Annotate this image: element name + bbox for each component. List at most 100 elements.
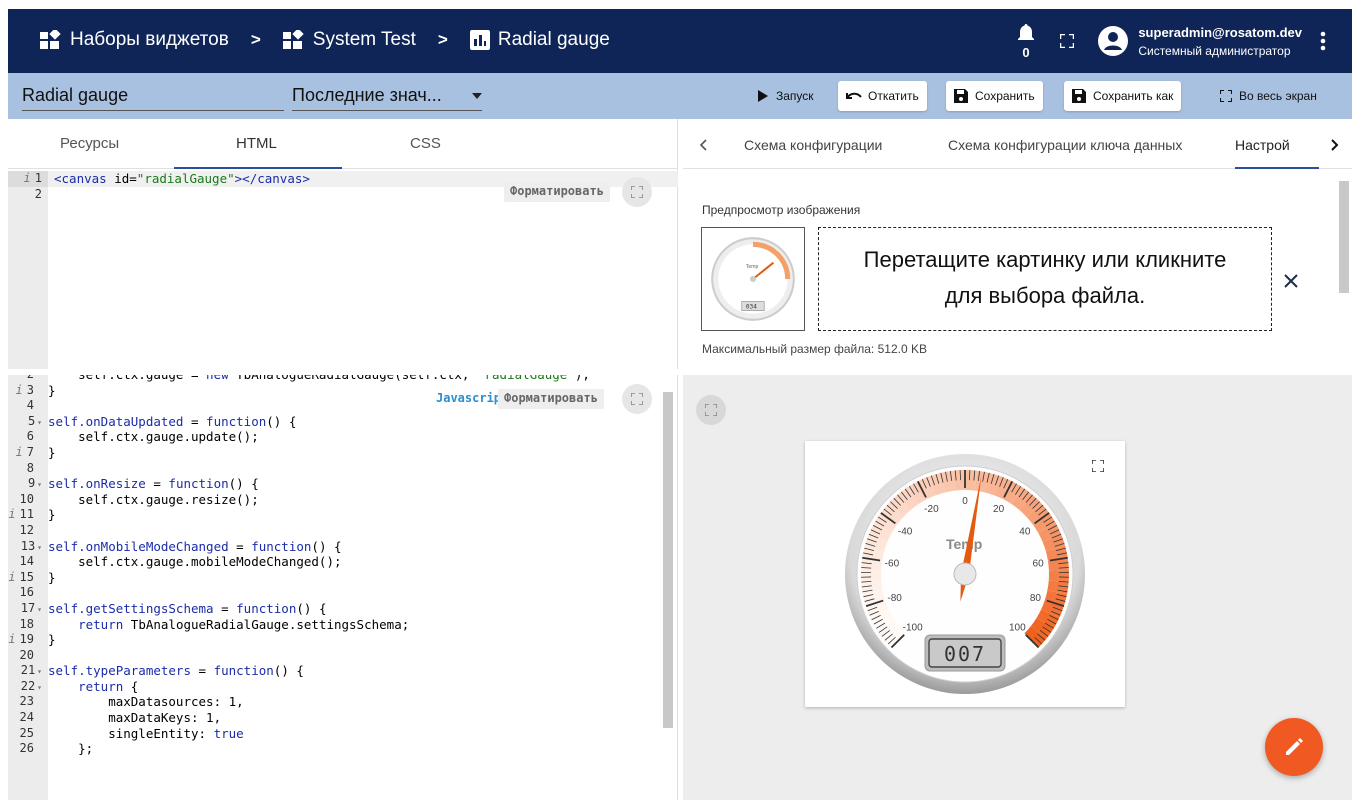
breadcrumb-radial-gauge: Radial gauge — [469, 29, 610, 51]
undo-button[interactable]: Откатить — [838, 81, 927, 111]
line-number: i 15 — [8, 569, 34, 584]
radial-gauge-widget[interactable]: -100 -80 -60 -40 -20 0 20 40 60 80 100 Temp 007 — [805, 441, 1125, 707]
format-button[interactable]: Форматировать — [498, 389, 604, 409]
edit-fab-button[interactable] — [1265, 718, 1323, 776]
line-number: 12 — [19, 522, 34, 537]
editor-fullscreen-button[interactable] — [622, 177, 652, 207]
widget-type-select[interactable]: Последние знач... — [292, 85, 482, 111]
breadcrumb-separator: > — [250, 30, 261, 49]
tab-datakey-config-schema[interactable]: Схема конфигурации ключа данных — [948, 137, 1182, 153]
save-icon — [954, 89, 968, 103]
run-button[interactable]: Запуск — [750, 81, 822, 111]
dropzone-text-line1: Перетащите картинку или кликните — [863, 247, 1227, 272]
widget-name-input[interactable]: Radial gauge — [22, 85, 284, 111]
notifications-button[interactable]: 0 — [1016, 21, 1036, 61]
html-code-editor[interactable]: i1 2 <canvas id="radialGauge"></canvas> … — [8, 171, 678, 369]
chart-icon — [469, 30, 490, 50]
account-icon[interactable] — [1098, 26, 1129, 56]
line-number: 13 ▾ — [20, 538, 42, 553]
line-gutter: i1 2 — [8, 171, 48, 369]
line-number: 24 — [19, 710, 34, 725]
more-vert-icon[interactable] — [1320, 31, 1326, 51]
line-number: 2 — [8, 375, 48, 383]
vertical-scrollbar[interactable] — [663, 392, 673, 728]
gauge-tick-label: 0 — [962, 496, 968, 507]
breadcrumb-system-test[interactable]: System Test — [282, 29, 416, 51]
gauge-tick-label: 60 — [1033, 558, 1045, 569]
code-line: }; — [48, 741, 94, 757]
widget-settings-panel: Схема конфигурации Схема конфигурации кл… — [683, 119, 1352, 369]
code-line: } — [48, 507, 56, 523]
run-label: Запуск — [776, 89, 814, 103]
user-role: Системный администратор — [1138, 43, 1291, 58]
fullscreen-icon — [705, 404, 717, 416]
code-line: maxDatasources: 1, — [48, 694, 244, 710]
fullscreen-icon — [631, 186, 643, 198]
fullscreen-icon[interactable] — [1092, 460, 1104, 472]
line-number: 26 — [19, 741, 34, 756]
undo-icon — [846, 92, 862, 99]
code-line: self.ctx.gauge = new TbAnalogueRadialGau… — [48, 375, 658, 383]
gauge-tick-label: 40 — [1019, 527, 1031, 538]
line-number: i 19 — [8, 632, 34, 647]
widgets-icon — [282, 30, 304, 49]
tab-css[interactable]: CSS — [410, 135, 441, 152]
pencil-icon — [1286, 738, 1303, 755]
editor-fullscreen-button[interactable] — [622, 384, 652, 414]
tab-config-schema[interactable]: Схема конфигурации — [744, 137, 882, 153]
fullscreen-icon — [631, 393, 643, 405]
gauge-needle-hub — [953, 562, 977, 586]
code-line: } — [48, 569, 56, 585]
close-icon[interactable] — [1284, 274, 1298, 288]
line-number: 10 — [19, 491, 34, 506]
gauge-tick-label: -100 — [903, 622, 923, 633]
chevron-right-icon[interactable] — [1331, 139, 1339, 151]
line-number: i 11 — [8, 507, 34, 522]
image-preview-thumbnail: Temp 034 — [701, 227, 805, 331]
save-button[interactable]: Сохранить — [946, 81, 1043, 111]
tab-html[interactable]: HTML — [236, 135, 277, 152]
code-line: self.ctx.gauge.mobileModeChanged(); — [48, 554, 342, 570]
format-button[interactable]: Форматировать — [504, 182, 610, 202]
preview-fullscreen-button[interactable] — [696, 395, 726, 425]
editor-tabs: Ресурсы HTML CSS — [8, 119, 678, 169]
fullscreen-label: Во весь экран — [1239, 89, 1317, 103]
line-number: 4 — [26, 398, 34, 413]
line-number: 2 — [34, 186, 42, 201]
code-line: return TbAnalogueRadialGauge.settingsSch… — [78, 616, 410, 632]
image-dropzone[interactable]: Перетащите картинку или кликните для выб… — [818, 227, 1272, 331]
save-as-button[interactable]: Сохранить как — [1064, 81, 1182, 111]
tab-resources[interactable]: Ресурсы — [60, 135, 119, 152]
active-tab-indicator — [174, 167, 342, 169]
save-label: Сохранить — [975, 89, 1035, 103]
gauge-tick-label: -40 — [898, 527, 913, 538]
resources-html-css-panel: Ресурсы HTML CSS i1 2 <canvas id="radial… — [8, 119, 678, 369]
widget-preview-panel: -100 -80 -60 -40 -20 0 20 40 60 80 100 Temp 007 — [683, 375, 1352, 800]
widgets-icon — [40, 30, 61, 49]
gauge-highlight-segment — [1048, 569, 1069, 583]
code-line: maxDataKeys: 1, — [48, 710, 222, 726]
chevron-left-icon[interactable] — [699, 139, 707, 151]
active-tab-indicator — [1235, 167, 1319, 169]
notification-count: 0 — [1022, 45, 1030, 60]
js-code-editor[interactable]: 2i345▾6i789▾10i111213▾14i151617▾18i19202… — [8, 375, 677, 800]
fullscreen-icon[interactable] — [1060, 34, 1075, 48]
line-number: 14 — [19, 554, 34, 569]
settings-tabs: Схема конфигурации Схема конфигурации кл… — [683, 119, 1352, 169]
line-number: 18 — [19, 616, 34, 631]
gauge-highlight-segment — [861, 569, 882, 583]
user-info[interactable]: superadmin@rosatom.dev Системный админис… — [1138, 25, 1302, 58]
dropzone-text-line2: для выбора файла. — [944, 283, 1146, 308]
code-line: self.onMobileModeChanged = function() { — [48, 538, 342, 554]
line-number: 5 ▾ — [27, 413, 42, 428]
vertical-scrollbar[interactable] — [1339, 181, 1349, 293]
tab-settings[interactable]: Настрой — [1235, 119, 1319, 169]
widget-type-value: Последние знач... — [292, 85, 442, 105]
breadcrumb: Наборы виджетов > System Test > Radial g… — [40, 29, 610, 51]
fullscreen-button[interactable]: Во весь экран — [1212, 81, 1325, 111]
code-line: self.onDataUpdated = function() { — [48, 413, 297, 429]
breadcrumb-widgets-bundles[interactable]: Наборы виджетов — [40, 29, 229, 51]
code-line: singleEntity: true — [48, 725, 244, 741]
line-gutter: 2i345▾6i789▾10i111213▾14i151617▾18i19202… — [8, 375, 48, 800]
